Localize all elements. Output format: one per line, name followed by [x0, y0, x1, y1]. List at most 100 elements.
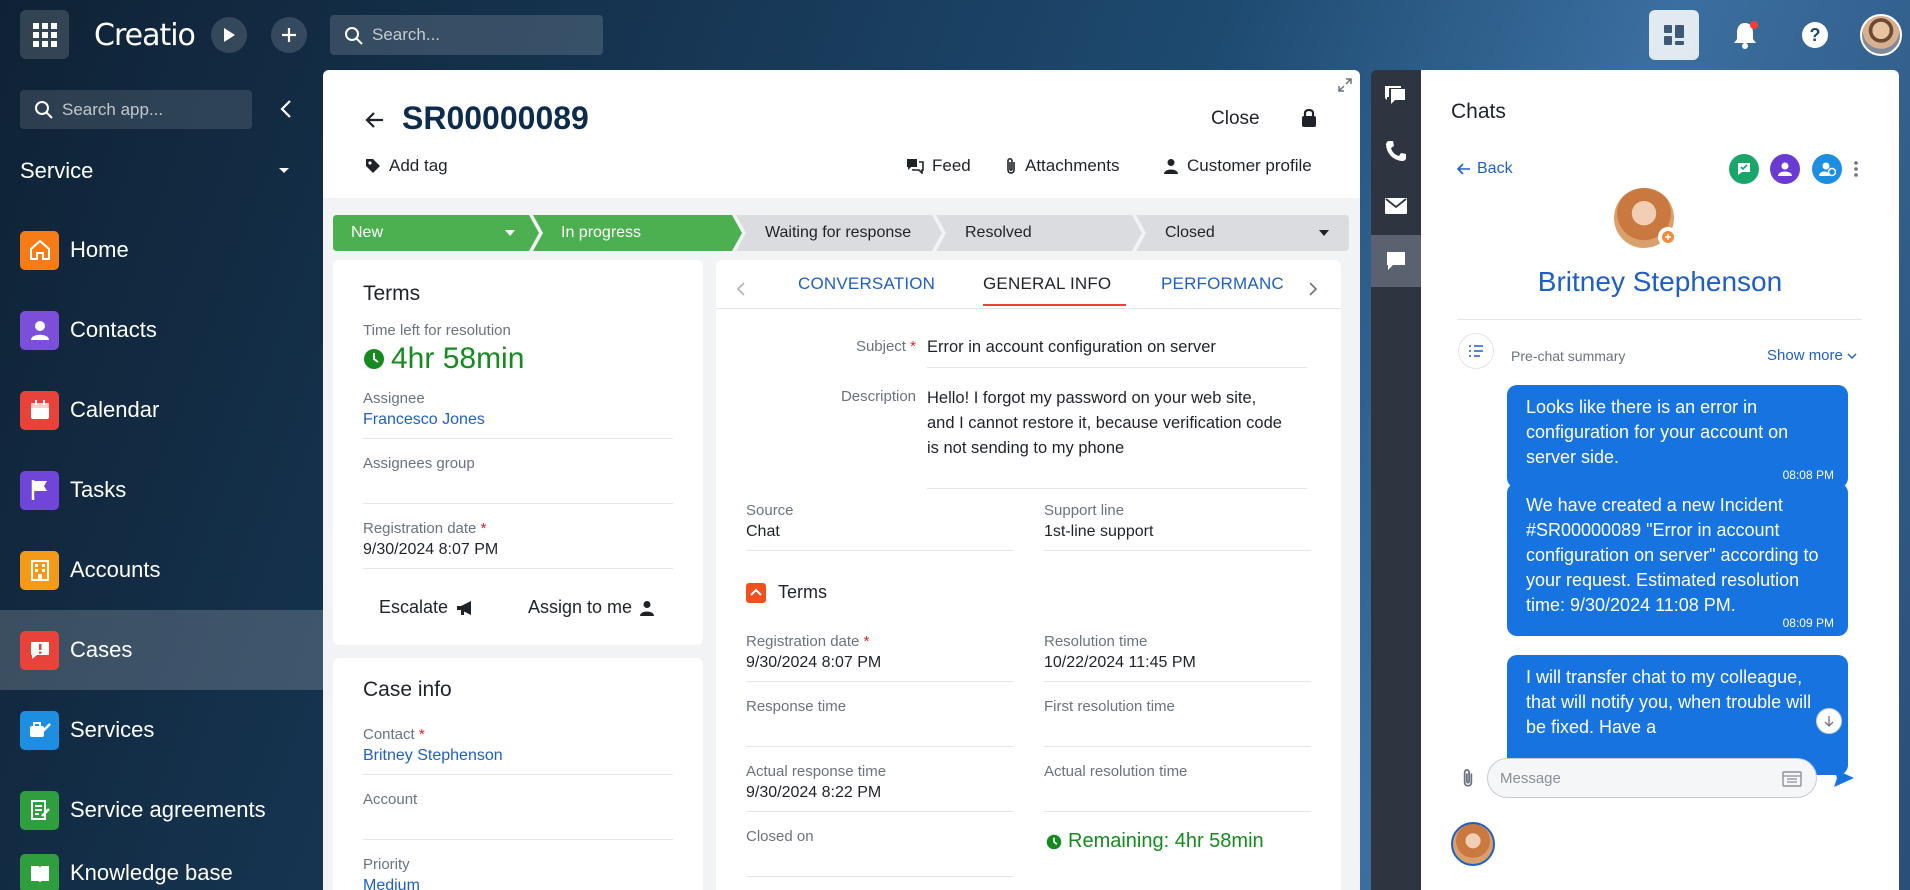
apps-grid-icon[interactable] — [20, 10, 69, 59]
priority-value[interactable]: Medium — [363, 877, 420, 890]
actual-resolution-field[interactable] — [1044, 811, 1311, 812]
home-icon — [20, 230, 59, 270]
app-search-input[interactable]: Search app... — [20, 90, 252, 129]
sidebar-item-service-agreements[interactable]: Service agreements — [0, 770, 323, 850]
chevron-left-icon[interactable] — [736, 282, 746, 296]
actual-response-value[interactable]: 9/30/2024 8:22 PM — [746, 784, 881, 802]
closed-on-field[interactable] — [746, 876, 1013, 877]
escalate-button[interactable]: Escalate — [379, 597, 474, 618]
person-icon — [1164, 159, 1178, 174]
book-icon — [20, 854, 59, 890]
contact-link[interactable]: Britney Stephenson — [363, 747, 503, 765]
dashboard-button[interactable] — [1649, 10, 1699, 60]
terms-section-toggle[interactable]: Terms — [746, 582, 827, 603]
workplace-selector[interactable]: Service — [20, 156, 290, 186]
notifications-button[interactable] — [1725, 15, 1765, 55]
sidebar-item-cases[interactable]: Cases — [0, 610, 323, 690]
description-label: Description — [840, 388, 916, 405]
first-resolution-field[interactable] — [1044, 746, 1311, 747]
attachments-button[interactable]: Attachments — [1005, 156, 1120, 176]
stage-waiting-for-response[interactable]: Waiting for response — [747, 215, 937, 251]
chat-bubble-icon[interactable] — [1729, 154, 1759, 184]
email-tab[interactable] — [1371, 180, 1421, 232]
tab-performance[interactable]: PERFORMANC — [1161, 274, 1294, 294]
attach-file-icon[interactable] — [1461, 768, 1475, 793]
sidebar-item-tasks[interactable]: Tasks — [0, 450, 323, 530]
assignees-group-field[interactable] — [363, 503, 673, 504]
channel-badge-icon — [1658, 227, 1678, 247]
time-left-label: Time left for resolution — [363, 322, 511, 339]
field-divider — [1044, 550, 1311, 551]
scroll-down-icon[interactable] — [1816, 708, 1842, 734]
case-alert-icon — [20, 630, 59, 670]
more-options-icon[interactable] — [1853, 160, 1859, 183]
field-divider — [363, 774, 673, 775]
chat-participant-avatar[interactable] — [1451, 822, 1495, 866]
sidebar-item-accounts[interactable]: Accounts — [0, 530, 323, 610]
expand-icon[interactable] — [1338, 78, 1352, 97]
collapse-sidebar-button[interactable] — [272, 95, 300, 123]
play-icon — [224, 28, 235, 42]
support-line-value[interactable]: 1st-line support — [1044, 523, 1153, 541]
show-more-button[interactable]: Show more — [1767, 347, 1857, 364]
resolution-time-value[interactable]: 10/22/2024 11:45 PM — [1044, 654, 1196, 672]
assign-to-me-button[interactable]: Assign to me — [528, 597, 655, 618]
actual-resolution-label: Actual resolution time — [1044, 763, 1188, 780]
sidebar-item-services[interactable]: Services — [0, 690, 323, 770]
templates-icon[interactable] — [1782, 771, 1802, 787]
sidebar-item-label: Calendar — [70, 397, 160, 422]
assignee-label: Assignee — [363, 390, 425, 407]
run-process-button[interactable] — [211, 17, 247, 53]
message-text: We have created a new Incident #SR000000… — [1526, 495, 1819, 615]
support-line-label: Support line — [1044, 502, 1125, 519]
add-tag-button[interactable]: Add tag — [365, 156, 448, 176]
sidebar-item-contacts[interactable]: Contacts — [0, 290, 323, 370]
stage-new[interactable]: New — [333, 215, 529, 251]
assign-to-me-label: Assign to me — [528, 597, 633, 617]
tag-icon — [366, 159, 380, 173]
required-marker: * — [910, 338, 916, 355]
stage-closed[interactable]: Closed — [1147, 215, 1347, 251]
phone-tab[interactable] — [1371, 125, 1421, 177]
sidebar-item-calendar[interactable]: Calendar — [0, 370, 323, 450]
global-search-input[interactable]: Search... — [330, 15, 603, 55]
reg-date-value[interactable]: 9/30/2024 8:07 PM — [746, 654, 881, 672]
stage-resolved[interactable]: Resolved — [947, 215, 1137, 251]
help-button[interactable]: ? — [1795, 15, 1835, 55]
creatio-logo: Creatio — [94, 18, 196, 53]
reg-date-label: Registration date * — [746, 633, 869, 650]
field-divider — [1044, 681, 1311, 682]
user-avatar[interactable] — [1860, 14, 1902, 56]
remaining-time: Remaining: 4hr 58min — [1046, 830, 1264, 853]
sidebar-item-home[interactable]: Home — [0, 210, 323, 290]
chat-back-button[interactable]: Back — [1457, 160, 1513, 178]
transfer-agent-icon[interactable] — [1812, 154, 1842, 184]
contact-group-icon[interactable] — [1770, 154, 1800, 184]
tab-conversation[interactable]: CONVERSATION — [798, 274, 935, 294]
messages-tab[interactable] — [1371, 235, 1421, 287]
registration-date-value[interactable]: 9/30/2024 8:07 PM — [363, 541, 498, 559]
sidebar-item-knowledge-base[interactable]: Knowledge base — [0, 850, 323, 890]
feed-icon — [907, 159, 924, 174]
add-button[interactable] — [271, 17, 307, 53]
tab-general-info[interactable]: GENERAL INFO — [983, 274, 1111, 294]
chats-tab[interactable] — [1371, 70, 1421, 122]
description-value[interactable]: Hello! I forgot my password on your web … — [927, 386, 1287, 461]
assignee-link[interactable]: Francesco Jones — [363, 411, 485, 429]
stage-in-progress[interactable]: In progress — [543, 215, 733, 251]
send-icon[interactable] — [1833, 768, 1855, 793]
lock-icon[interactable] — [1301, 108, 1317, 133]
time-left-value: 4hr 58min — [363, 342, 524, 376]
response-time-field[interactable] — [746, 746, 1013, 747]
feed-button[interactable]: Feed — [906, 156, 971, 176]
back-button[interactable] — [361, 106, 389, 134]
arrow-left-icon — [365, 112, 383, 128]
subject-value[interactable]: Error in account configuration on server — [927, 338, 1216, 357]
message-input[interactable]: Message — [1487, 758, 1817, 798]
customer-profile-button[interactable]: Customer profile — [1163, 156, 1312, 176]
source-value[interactable]: Chat — [746, 523, 780, 541]
case-info-title: Case info — [363, 678, 452, 701]
account-field[interactable] — [363, 839, 673, 840]
close-button[interactable]: Close — [1211, 108, 1260, 130]
chevron-right-icon[interactable] — [1308, 282, 1318, 296]
